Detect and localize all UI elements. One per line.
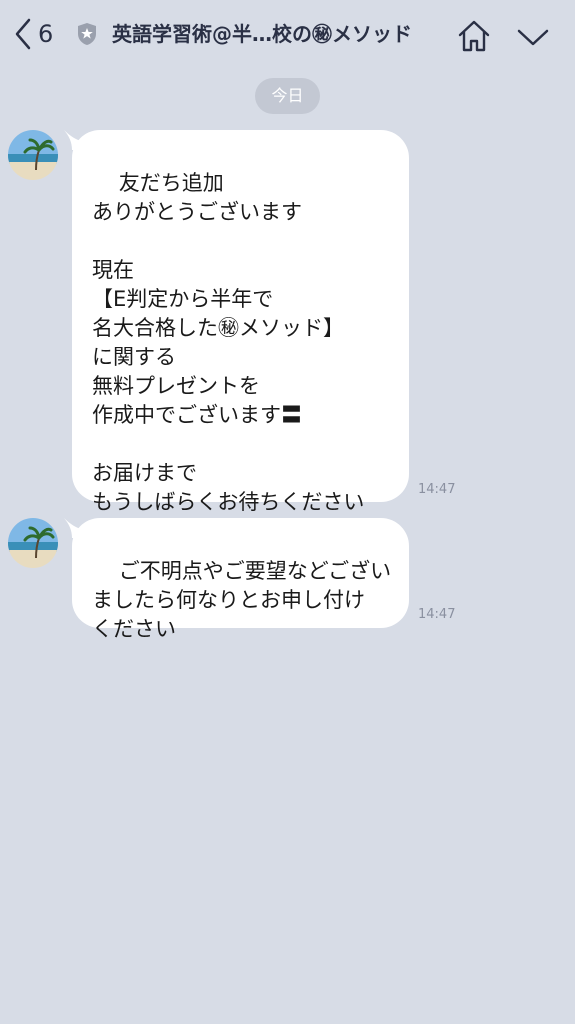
message-text: ご不明点やご要望などござい ましたら何なりとお申し付け ください: [92, 559, 392, 641]
chat-title: 英語学習術@半…校の㊙メソッド: [112, 22, 412, 46]
message-bubble[interactable]: ご不明点やご要望などござい ましたら何なりとお申し付け ください: [72, 518, 409, 641]
avatar[interactable]: [8, 130, 58, 180]
beach-palm-avatar-icon: [8, 130, 58, 180]
message-timestamp: 14:47: [418, 482, 456, 497]
chat-header: 6 英語学習術@半…校の㊙メソッド: [0, 0, 575, 70]
avatar[interactable]: [8, 518, 58, 568]
message-text: 友だち追加 ありがとうございます 現在 【E判定から半年で 名大合格した㊙メソッ…: [92, 171, 365, 514]
chevron-left-icon: [15, 18, 31, 50]
back-button[interactable]: 6: [14, 16, 53, 52]
message-timestamp: 14:47: [418, 607, 456, 622]
message-bubble[interactable]: 友だち追加 ありがとうございます 現在 【E判定から半年で 名大合格した㊙メソッ…: [72, 130, 409, 514]
shield-star-icon: [78, 23, 96, 45]
chevron-down-icon[interactable]: [516, 22, 550, 52]
home-icon[interactable]: [456, 18, 492, 54]
unread-count: 6: [38, 20, 54, 48]
chat-screen: 6 英語学習術@半…校の㊙メソッド 今日 友だち追加 ありがとうございます 現在…: [0, 0, 575, 1024]
date-separator: 今日: [255, 78, 320, 114]
beach-palm-avatar-icon: [8, 518, 58, 568]
